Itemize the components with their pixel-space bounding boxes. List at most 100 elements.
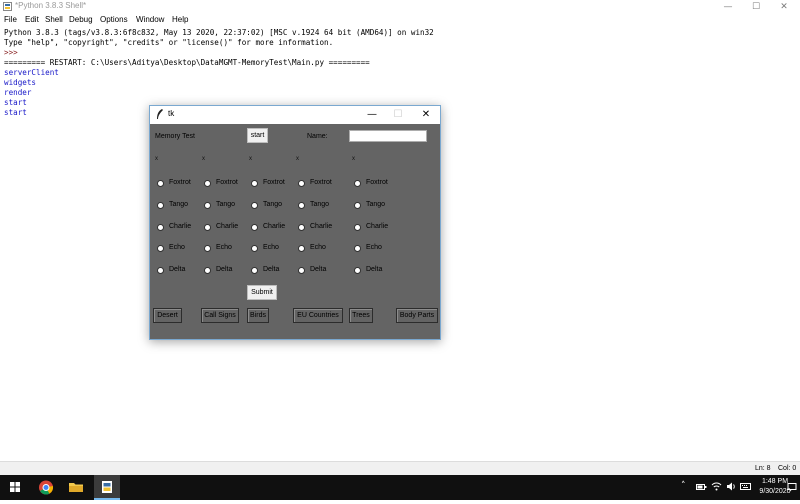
- shell-prompt: >>>: [4, 48, 23, 57]
- radio-dot[interactable]: [157, 267, 164, 274]
- file-explorer-icon: [69, 483, 83, 492]
- shell-window-title: *Python 3.8.3 Shell*: [15, 1, 87, 10]
- category-trees-button[interactable]: Trees: [349, 308, 373, 323]
- tk-titlebar: tk — ☐ ✕: [150, 106, 440, 124]
- tk-maximize-button: ☐: [393, 109, 403, 120]
- tk-window: tk — ☐ ✕ Memory Test start Name: x x x x…: [149, 105, 441, 340]
- python-file-icon: [3, 2, 12, 11]
- radio-dot[interactable]: [354, 180, 361, 187]
- menu-edit[interactable]: Edit: [25, 15, 39, 24]
- name-label: Name:: [307, 133, 328, 140]
- radio-dot[interactable]: [204, 180, 211, 187]
- category-call-signs-button[interactable]: Call Signs: [201, 308, 239, 323]
- radio-label: Delta: [216, 266, 233, 273]
- radio-dot[interactable]: [204, 202, 211, 209]
- radio-label: Charlie: [169, 223, 192, 230]
- status-bar: Ln: 8 Col: 0: [0, 461, 800, 476]
- radio-label: Tango: [366, 201, 386, 208]
- radio-dot[interactable]: [298, 267, 305, 274]
- tk-body: Memory Test start Name: x x x x x Foxtro…: [150, 124, 440, 339]
- radio-col4-delta[interactable]: Delta: [298, 265, 358, 277]
- radio-label: Echo: [310, 244, 326, 251]
- speaker-icon[interactable]: [726, 481, 737, 492]
- radio-label: Delta: [169, 266, 186, 273]
- name-input[interactable]: [349, 130, 427, 142]
- shell-output-line: serverClient: [4, 68, 59, 77]
- tk-close-button[interactable]: ✕: [411, 106, 441, 124]
- menu-window[interactable]: Window: [136, 15, 164, 24]
- shell-close-button[interactable]: ✕: [770, 0, 798, 14]
- memory-test-label: Memory Test: [155, 133, 195, 140]
- radio-dot[interactable]: [354, 267, 361, 274]
- radio-dot[interactable]: [298, 180, 305, 187]
- radio-label: Echo: [263, 244, 279, 251]
- radio-label: Tango: [263, 201, 283, 208]
- radio-dot[interactable]: [204, 245, 211, 252]
- notifications-icon[interactable]: [787, 482, 797, 492]
- radio-dot[interactable]: [298, 224, 305, 231]
- start-button[interactable]: start: [247, 128, 268, 143]
- radio-dot[interactable]: [157, 180, 164, 187]
- radio-dot[interactable]: [251, 180, 258, 187]
- menu-debug[interactable]: Debug: [69, 15, 93, 24]
- radio-col4-echo[interactable]: Echo: [298, 243, 358, 255]
- radio-dot[interactable]: [157, 245, 164, 252]
- windows-logo-icon: [10, 482, 20, 492]
- column-header: x: [202, 156, 205, 162]
- taskbar-explorer-button[interactable]: [63, 475, 89, 500]
- column-header: x: [249, 156, 252, 162]
- shell-maximize-button[interactable]: ☐: [742, 0, 770, 14]
- radio-col5-echo[interactable]: Echo: [354, 243, 414, 255]
- menu-shell[interactable]: Shell: [45, 15, 63, 24]
- radio-col4-foxtrot[interactable]: Foxtrot: [298, 178, 358, 190]
- line-number: Ln: 8: [755, 465, 771, 472]
- radio-label: Charlie: [366, 223, 389, 230]
- radio-col5-foxtrot[interactable]: Foxtrot: [354, 178, 414, 190]
- battery-icon[interactable]: [696, 482, 707, 492]
- taskbar-idle-button[interactable]: [94, 475, 120, 500]
- radio-dot[interactable]: [354, 224, 361, 231]
- radio-label: Delta: [366, 266, 383, 273]
- taskbar: ˄ 1:48 PM 9/30/2020: [0, 475, 800, 500]
- shell-output-line: render: [4, 88, 32, 97]
- radio-col5-charlie[interactable]: Charlie: [354, 222, 414, 234]
- radio-dot[interactable]: [354, 202, 361, 209]
- radio-label: Echo: [366, 244, 382, 251]
- category-eu-countries-button[interactable]: EU Countries: [293, 308, 343, 323]
- radio-col4-tango[interactable]: Tango: [298, 200, 358, 212]
- wifi-icon[interactable]: [711, 481, 722, 492]
- keyboard-icon[interactable]: [740, 481, 751, 492]
- radio-dot[interactable]: [157, 224, 164, 231]
- shell-minimize-button[interactable]: —: [714, 0, 742, 14]
- radio-dot[interactable]: [298, 245, 305, 252]
- start-menu-button[interactable]: [2, 475, 28, 500]
- shell-line: Python 3.8.3 (tags/v3.8.3:6f8c832, May 1…: [4, 28, 434, 37]
- radio-label: Delta: [310, 266, 327, 273]
- shell-titlebar: *Python 3.8.3 Shell* — ☐ ✕: [0, 0, 800, 14]
- menu-file[interactable]: File: [4, 15, 17, 24]
- radio-dot[interactable]: [251, 224, 258, 231]
- radio-dot[interactable]: [354, 245, 361, 252]
- menu-options[interactable]: Options: [100, 15, 128, 24]
- radio-dot[interactable]: [251, 245, 258, 252]
- radio-col5-delta[interactable]: Delta: [354, 265, 414, 277]
- menu-help[interactable]: Help: [172, 15, 188, 24]
- radio-dot[interactable]: [251, 202, 258, 209]
- radio-col5-tango[interactable]: Tango: [354, 200, 414, 212]
- submit-button[interactable]: Submit: [247, 285, 277, 300]
- radio-dot[interactable]: [204, 267, 211, 274]
- radio-label: Foxtrot: [366, 179, 388, 186]
- radio-dot[interactable]: [157, 202, 164, 209]
- radio-dot[interactable]: [251, 267, 258, 274]
- taskbar-chrome-button[interactable]: [33, 475, 59, 500]
- category-body-parts-button[interactable]: Body Parts: [396, 308, 438, 323]
- radio-dot[interactable]: [204, 224, 211, 231]
- tk-window-title: tk: [168, 109, 175, 118]
- radio-dot[interactable]: [298, 202, 305, 209]
- radio-col4-charlie[interactable]: Charlie: [298, 222, 358, 234]
- category-desert-button[interactable]: Desert: [153, 308, 182, 323]
- radio-label: Foxtrot: [263, 179, 285, 186]
- chevron-up-icon[interactable]: ˄: [681, 481, 686, 491]
- shell-output-line: start: [4, 108, 27, 117]
- category-birds-button[interactable]: Birds: [247, 308, 269, 323]
